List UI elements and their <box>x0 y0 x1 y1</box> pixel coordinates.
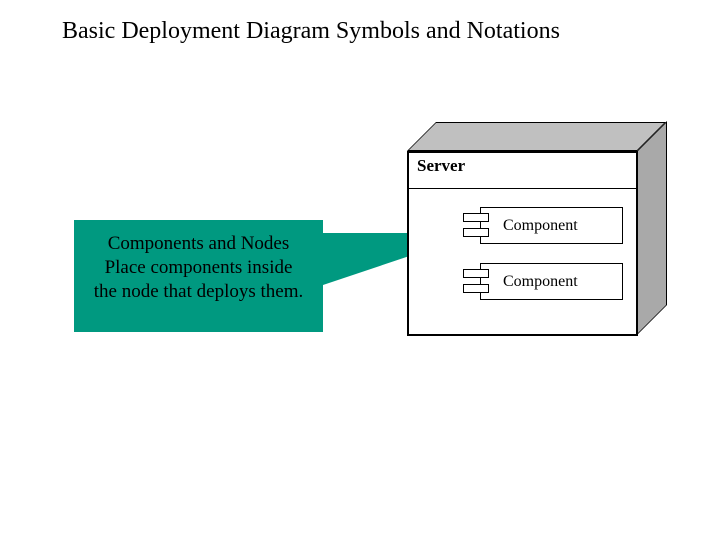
callout-line-2: the node that deploys them. <box>94 280 303 304</box>
component-lug-icon <box>463 228 489 237</box>
node-divider <box>409 188 637 189</box>
callout-box: Components and Nodes Place components in… <box>74 220 323 332</box>
callout-line-1: Place components inside <box>105 256 293 280</box>
node-cube-top <box>407 122 666 151</box>
component-lug-icon <box>463 213 489 222</box>
callout-heading: Components and Nodes <box>108 232 290 256</box>
component-label: Component <box>480 263 623 300</box>
page-title: Basic Deployment Diagram Symbols and Not… <box>62 18 560 45</box>
component-lug-icon <box>463 269 489 278</box>
component-lug-icon <box>463 284 489 293</box>
node-cube-side <box>637 121 667 335</box>
node-label: Server <box>417 156 465 176</box>
component-symbol: Component <box>463 263 623 300</box>
component-label: Component <box>480 207 623 244</box>
component-symbol: Component <box>463 207 623 244</box>
